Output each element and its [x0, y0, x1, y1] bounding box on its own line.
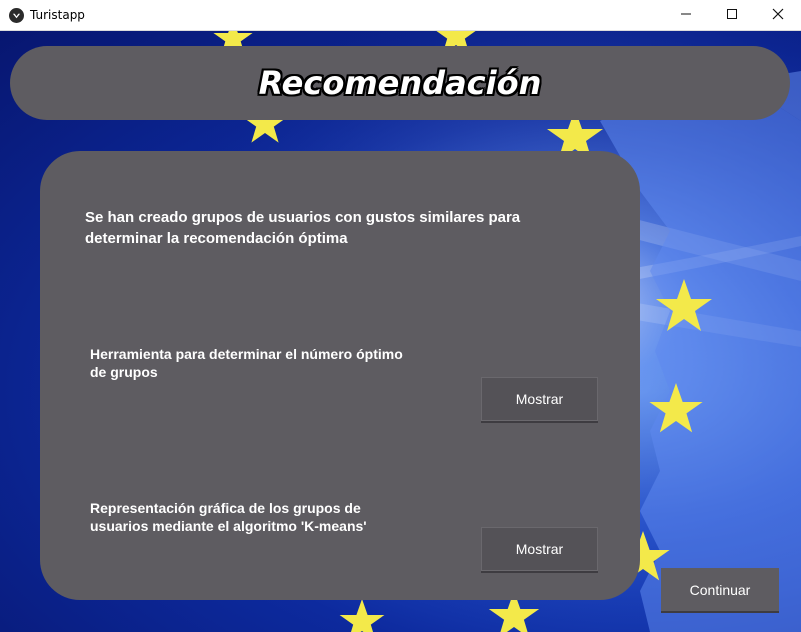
header-bar: Recomendación	[10, 46, 790, 120]
close-icon	[772, 7, 784, 25]
show-optimal-groups-button[interactable]: Mostrar	[481, 377, 598, 421]
minimize-button[interactable]	[663, 0, 709, 31]
kmeans-graph-label: Representación gráfica de los grupos de …	[90, 500, 367, 534]
app-content-area: Recomendación Se han creado grupos de us…	[0, 31, 801, 632]
maximize-button[interactable]	[709, 0, 755, 31]
continue-button[interactable]: Continuar	[661, 568, 779, 611]
close-button[interactable]	[755, 0, 801, 31]
app-logo-icon	[9, 8, 24, 23]
optimal-groups-tool-label: Herramienta para determinar el número óp…	[90, 346, 403, 380]
page-title: Recomendación	[258, 64, 542, 102]
window-titlebar: Turistapp	[0, 0, 801, 31]
window-title: Turistapp	[30, 8, 85, 22]
minimize-icon	[680, 7, 692, 25]
show-kmeans-graph-button[interactable]: Mostrar	[481, 527, 598, 571]
main-panel: Se han creado grupos de usuarios con gus…	[40, 151, 640, 600]
intro-text: Se han creado grupos de usuarios con gus…	[85, 209, 521, 247]
maximize-icon	[726, 7, 738, 25]
